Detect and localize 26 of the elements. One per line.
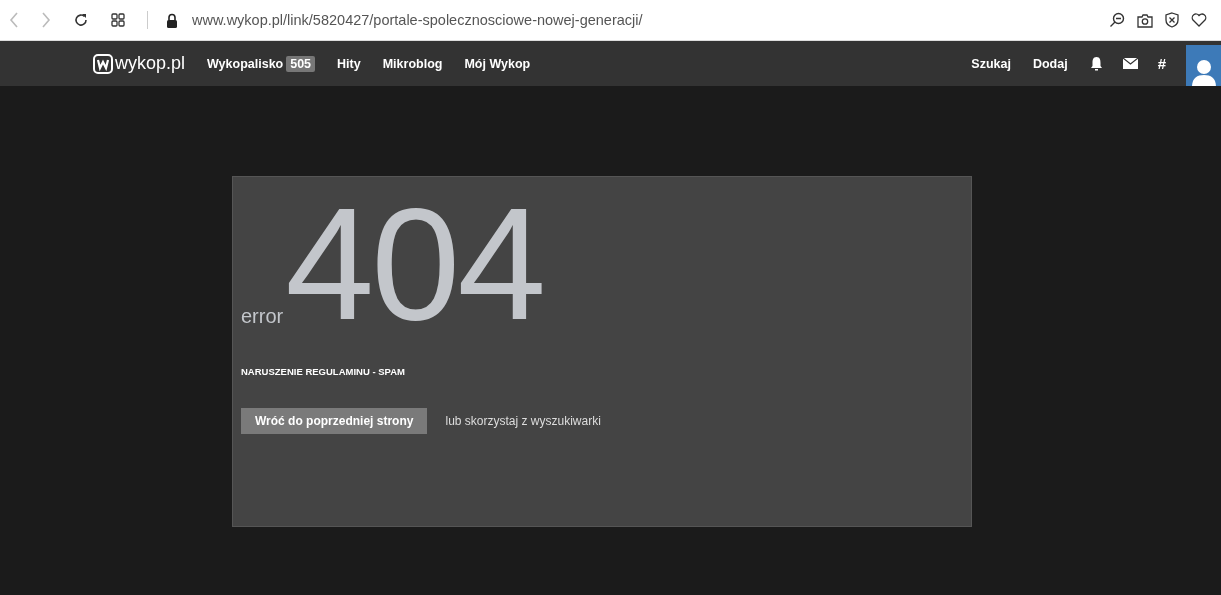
error-reason: NARUSZENIE REGULAMINU - SPAM xyxy=(241,366,406,377)
nav-link[interactable]: Szukaj xyxy=(971,56,1011,71)
reload-icon[interactable] xyxy=(73,12,89,28)
nav-link[interactable]: Mój Wykop xyxy=(464,56,531,71)
camera-icon[interactable] xyxy=(1137,12,1153,28)
address-bar-url[interactable]: www.wykop.pl/link/5820427/portale-spolecznosciowe-nowej-generacji/ xyxy=(192,12,643,28)
nav-link[interactable]: Hity xyxy=(337,56,361,71)
error-code: 404 xyxy=(285,202,544,327)
nav-link[interactable]: Wykopalisko xyxy=(207,56,284,71)
tags-link[interactable]: # xyxy=(1157,55,1166,72)
grid-icon[interactable] xyxy=(111,13,125,27)
envelope-icon[interactable] xyxy=(1122,58,1138,69)
nav-link[interactable]: Mikroblog xyxy=(382,56,443,71)
zoom-out-icon[interactable] xyxy=(1109,12,1125,28)
nav-link[interactable]: Dodaj xyxy=(1032,56,1068,71)
avatar[interactable] xyxy=(1186,45,1221,86)
lock-icon xyxy=(166,12,178,28)
logo-icon[interactable] xyxy=(93,53,113,74)
bell-icon[interactable] xyxy=(1089,56,1103,71)
shield-icon[interactable] xyxy=(1165,12,1179,28)
search-hint: lub skorzystaj z wyszukiwarki xyxy=(445,414,601,428)
count-badge: 505 xyxy=(286,55,316,72)
error-label: error xyxy=(241,306,284,326)
back-button[interactable]: Wróć do poprzedniej strony xyxy=(241,408,428,434)
heart-icon[interactable] xyxy=(1191,13,1207,27)
logo-text[interactable]: wykop.pl xyxy=(115,53,186,74)
